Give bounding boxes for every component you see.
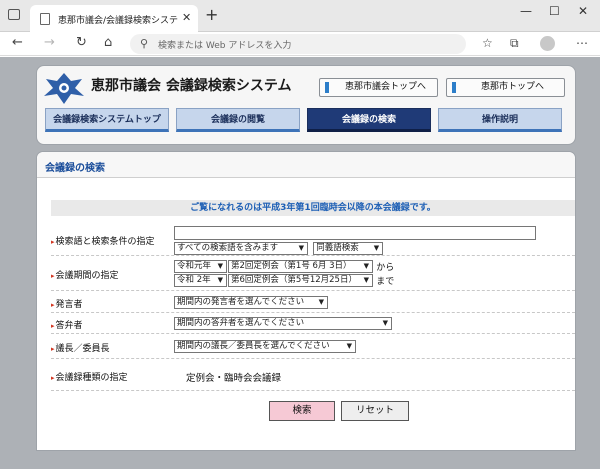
browser-tab[interactable]: 恵那市議会/会議録検索システム ✕ — [30, 5, 198, 32]
menu-help[interactable]: 操作説明 — [438, 108, 562, 132]
synonym-select[interactable]: 同義語検索 ▼ — [313, 242, 384, 255]
chair-row: 議長／委員長 期間内の議長／委員長を選んでください▼ — [51, 335, 575, 359]
period-to-session-select[interactable]: 第6回定例会（第5号12月25日） ▼ — [228, 274, 373, 287]
respondent-select[interactable]: 期間内の答弁者を選んでください ▼ — [174, 317, 392, 330]
minimize-icon[interactable]: — — [520, 4, 532, 18]
close-window-icon[interactable]: ✕ — [578, 4, 588, 18]
site-header: 恵那市議会 会議録検索システム 恵那市議会トップへ 恵那市トップへ 会議録検索シ… — [36, 65, 576, 145]
chevron-down-icon: ▼ — [373, 244, 380, 252]
refresh-icon[interactable]: ↻ — [76, 35, 87, 50]
search-icon: ⚲ — [140, 37, 149, 50]
reset-button[interactable]: リセット — [341, 401, 409, 421]
period-label: 会議期間の指定 — [51, 268, 119, 281]
period-row: 会議期間の指定 令和元年▼第2回定例会（第1号 6月 3日）▼ から 令和 2年… — [51, 258, 575, 291]
respondent-row: 答弁者 期間内の答弁者を選んでください▼ — [51, 314, 575, 334]
menu-search[interactable]: 会議録の検索 — [307, 108, 431, 132]
period-to-era-select[interactable]: 令和 2年 ▼ — [174, 274, 227, 287]
address-placeholder: 検索または Web アドレスを入力 — [158, 41, 292, 51]
close-tab-icon[interactable]: ✕ — [182, 11, 191, 24]
respondent-label: 答弁者 — [51, 318, 83, 331]
city-emblem-icon — [44, 73, 84, 104]
chevron-down-icon: ▼ — [217, 276, 223, 284]
chevron-down-icon: ▼ — [217, 262, 223, 270]
chevron-down-icon: ▼ — [363, 276, 369, 284]
period-from-session-select[interactable]: 第2回定例会（第1号 6月 3日） ▼ — [228, 260, 373, 273]
profile-avatar[interactable] — [540, 36, 555, 51]
council-top-link-label: 恵那市議会トップへ — [344, 82, 426, 92]
chevron-down-icon: ▼ — [298, 244, 304, 252]
chevron-down-icon: ▼ — [318, 298, 324, 306]
link-marker-icon — [452, 82, 456, 93]
chevron-down-icon: ▼ — [382, 319, 388, 327]
speaker-label: 発言者 — [51, 297, 83, 310]
tab-actions-icon[interactable] — [8, 9, 20, 20]
forward-icon[interactable]: → — [44, 35, 55, 50]
browser-tab-strip: 恵那市議会/会議録検索システム ✕ + — ☐ ✕ — [0, 0, 600, 32]
address-bar[interactable]: ⚲ 検索または Web アドレスを入力 — [130, 34, 466, 54]
menu-browse[interactable]: 会議録の閲覧 — [176, 108, 300, 132]
more-menu-icon[interactable]: ⋯ — [576, 36, 588, 50]
page-favicon-icon — [40, 13, 50, 25]
favorites-icon[interactable]: ☆ — [482, 36, 493, 50]
period-from-suffix: から — [376, 263, 395, 273]
meeting-type-label: 会議録種類の指定 — [51, 370, 128, 383]
page-background: 恵那市議会 会議録検索システム 恵那市議会トップへ 恵那市トップへ 会議録検索シ… — [0, 57, 600, 469]
keyword-condition-select[interactable]: すべての検索語を含みます ▼ — [174, 242, 308, 255]
chair-label: 議長／委員長 — [51, 341, 110, 354]
period-to-suffix: まで — [376, 277, 395, 287]
speaker-row: 発言者 期間内の発言者を選んでください▼ — [51, 293, 575, 313]
chair-select[interactable]: 期間内の議長／委員長を選んでください ▼ — [174, 340, 356, 353]
speaker-select[interactable]: 期間内の発言者を選んでください ▼ — [174, 296, 328, 309]
city-top-link[interactable]: 恵那市トップへ — [446, 78, 565, 97]
chevron-down-icon: ▼ — [346, 342, 352, 350]
city-top-link-label: 恵那市トップへ — [480, 82, 544, 92]
availability-notice: ご覧になれるのは平成3年第1回臨時会以降の本会議録です。 — [51, 200, 575, 216]
search-button[interactable]: 検索 — [269, 401, 335, 421]
search-panel: 会議録の検索 ご覧になれるのは平成3年第1回臨時会以降の本会議録です。 検索語と… — [36, 151, 576, 451]
panel-title: 会議録の検索 — [37, 152, 575, 178]
meeting-type-row: 会議録種類の指定 定例会・臨時会会議録 — [51, 361, 575, 391]
browser-toolbar: ← → ↻ ⌂ ⚲ 検索または Web アドレスを入力 ☆ ⧉ ⋯ — [0, 32, 600, 56]
council-top-link[interactable]: 恵那市議会トップへ — [319, 78, 438, 97]
meeting-type-value: 定例会・臨時会会議録 — [186, 373, 282, 384]
collections-icon[interactable]: ⧉ — [510, 36, 519, 51]
keyword-input[interactable] — [174, 226, 536, 240]
new-tab-icon[interactable]: + — [205, 5, 218, 24]
maximize-icon[interactable]: ☐ — [549, 4, 560, 18]
link-marker-icon — [325, 82, 329, 93]
keyword-label: 検索語と検索条件の指定 — [51, 234, 155, 247]
menu-system-top[interactable]: 会議録検索システムトップ — [45, 108, 169, 132]
chevron-down-icon: ▼ — [363, 262, 369, 270]
home-icon[interactable]: ⌂ — [104, 35, 112, 50]
back-icon[interactable]: ← — [12, 35, 23, 50]
keyword-row: 検索語と検索条件の指定 すべての検索語を含みます▼ 同義語検索▼ — [51, 224, 575, 256]
period-from-era-select[interactable]: 令和元年 ▼ — [174, 260, 227, 273]
tab-title: 恵那市議会/会議録検索システム — [58, 16, 178, 26]
site-title: 恵那市議会 会議録検索システム — [91, 78, 292, 94]
